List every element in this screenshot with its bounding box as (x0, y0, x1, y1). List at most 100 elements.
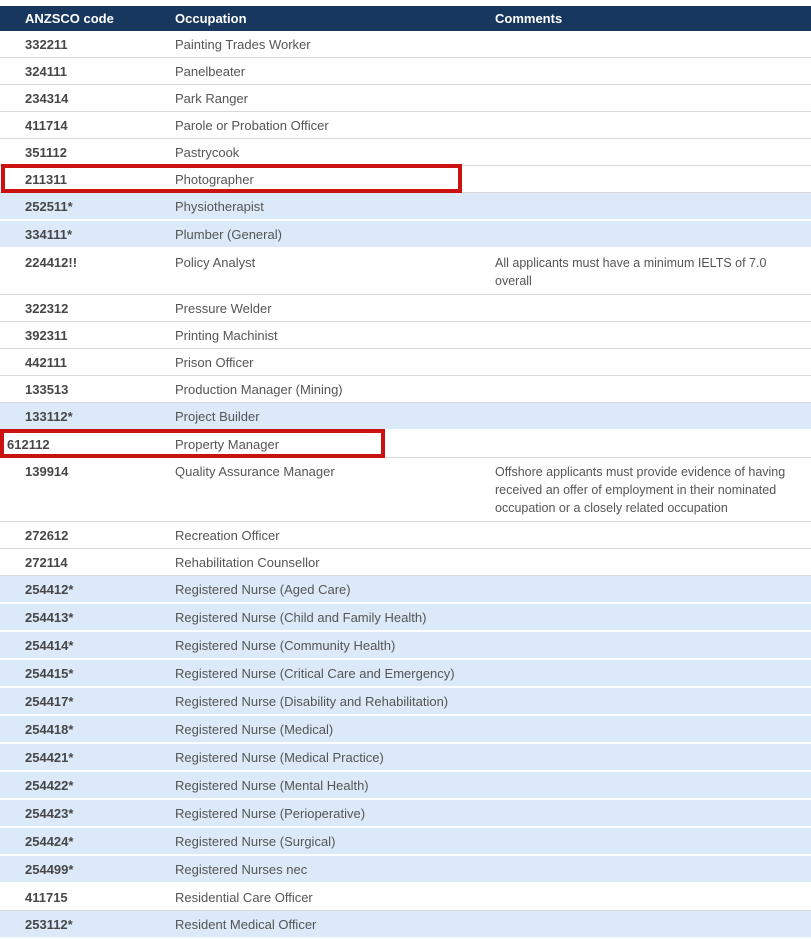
column-header-comments: Comments (495, 11, 563, 26)
comments-cell (495, 31, 811, 57)
table-row: 351112 Pastrycook (0, 139, 811, 166)
table-body: 332211 Painting Trades Worker 324111 Pan… (0, 31, 811, 939)
comments-cell (495, 856, 811, 882)
occupation-cell: Policy Analyst (175, 255, 256, 270)
anzsco-code-cell: 139914 (25, 464, 69, 479)
comments-cell (495, 349, 811, 375)
comments-cell (495, 322, 811, 348)
anzsco-code-cell: 272114 (25, 555, 68, 570)
anzsco-code-cell: 272612 (25, 528, 69, 543)
occupation-cell: Registered Nurse (Disability and Rehabil… (175, 694, 449, 709)
anzsco-code-cell: 234314 (25, 91, 69, 106)
occupation-cell: Registered Nurse (Aged Care) (175, 582, 351, 597)
occupation-cell: Registered Nurse (Perioperative) (175, 806, 366, 821)
anzsco-code-cell: 411715 (25, 890, 68, 905)
table-row: 254424* Registered Nurse (Surgical) (0, 828, 811, 856)
anzsco-code-cell: 254424* (25, 834, 74, 849)
occupation-cell: Parole or Probation Officer (175, 118, 329, 133)
table-row: 411714 Parole or Probation Officer (0, 112, 811, 139)
occupation-list-table: ANZSCO code Occupation Comments 332211 P… (0, 6, 811, 939)
table-row: 254421* Registered Nurse (Medical Practi… (0, 744, 811, 772)
comments-cell: Offshore applicants must provide evidenc… (495, 465, 786, 515)
table-row: 254415* Registered Nurse (Critical Care … (0, 660, 811, 688)
anzsco-code-cell: 254418* (25, 722, 74, 737)
anzsco-code-cell: 334111* (25, 227, 73, 242)
occupation-cell: Quality Assurance Manager (175, 464, 335, 479)
comments-cell (495, 800, 811, 826)
comments-cell (495, 522, 811, 548)
occupation-cell: Registered Nurse (Medical) (175, 722, 334, 737)
occupation-cell: Prison Officer (175, 355, 254, 370)
comments-cell (495, 549, 811, 575)
occupation-cell: Registered Nurse (Child and Family Healt… (175, 610, 427, 625)
anzsco-code-cell: 254413* (25, 610, 74, 625)
table-row: 334111* Plumber (General) (0, 221, 811, 249)
table-row: 211311 Photographer (0, 164, 811, 193)
table-row: 272114 Rehabilitation Counsellor (0, 549, 811, 576)
table-row: 442111 Prison Officer (0, 349, 811, 376)
anzsco-code-cell: 254417* (25, 694, 74, 709)
table-row: 252511* Physiotherapist (0, 193, 811, 221)
table-row: 272612 Recreation Officer (0, 522, 811, 549)
anzsco-code-cell: 442111 (25, 355, 67, 370)
table-row: 254499* Registered Nurses nec (0, 856, 811, 884)
table-row: 254412* Registered Nurse (Aged Care) (0, 576, 811, 604)
anzsco-code-cell: 332211 (25, 37, 68, 52)
comments-cell (495, 660, 811, 686)
comments-cell (495, 911, 811, 937)
occupation-cell: Resident Medical Officer (175, 917, 317, 932)
occupation-cell: Pressure Welder (175, 301, 272, 316)
occupation-cell: Park Ranger (175, 91, 248, 106)
comments-cell (495, 884, 811, 910)
anzsco-code-cell: 612112 (7, 437, 50, 452)
anzsco-code-cell: 254421* (25, 750, 74, 765)
table-row: 234314 Park Ranger (0, 85, 811, 112)
column-header-anzsco-code: ANZSCO code (25, 11, 114, 26)
table-row: 254413* Registered Nurse (Child and Fami… (0, 604, 811, 632)
comments-cell (495, 58, 811, 84)
occupation-cell: Registered Nurse (Medical Practice) (175, 750, 384, 765)
occupation-cell: Painting Trades Worker (175, 37, 311, 52)
comments-cell (495, 112, 811, 138)
comments-cell (495, 376, 811, 402)
anzsco-code-cell: 324111 (25, 64, 67, 79)
table-row: 224412!! Policy Analyst All applicants m… (0, 249, 811, 295)
table-row: 254417* Registered Nurse (Disability and… (0, 688, 811, 716)
comments-cell: All applicants must have a minimum IELTS… (495, 256, 767, 288)
table-header-row: ANZSCO code Occupation Comments (0, 6, 811, 31)
anzsco-code-cell: 224412!! (25, 255, 78, 270)
occupation-cell: Registered Nurse (Community Health) (175, 638, 396, 653)
comments-cell (495, 632, 811, 658)
comments-cell (495, 772, 811, 798)
occupation-cell: Registered Nurse (Mental Health) (175, 778, 369, 793)
comments-cell (495, 166, 811, 192)
comments-cell (495, 716, 811, 742)
occupation-cell: Rehabilitation Counsellor (175, 555, 320, 570)
anzsco-code-cell: 254422* (25, 778, 74, 793)
comments-cell (495, 193, 811, 219)
occupation-cell: Printing Machinist (175, 328, 278, 343)
anzsco-code-cell: 254499* (25, 862, 74, 877)
occupation-cell: Production Manager (Mining) (175, 382, 343, 397)
table-row: 133513 Production Manager (Mining) (0, 376, 811, 403)
table-row: 411715 Residential Care Officer (0, 884, 811, 911)
anzsco-code-cell: 254414* (25, 638, 74, 653)
comments-cell (495, 604, 811, 630)
table-row: 254423* Registered Nurse (Perioperative) (0, 800, 811, 828)
occupation-cell: Panelbeater (175, 64, 246, 79)
table-row: 133112* Project Builder (0, 403, 811, 431)
anzsco-code-cell: 254423* (25, 806, 74, 821)
anzsco-code-cell: 411714 (25, 118, 68, 133)
table-row: 322312 Pressure Welder (0, 295, 811, 322)
occupation-cell: Registered Nurse (Critical Care and Emer… (175, 666, 455, 681)
occupation-cell: Photographer (175, 172, 254, 187)
anzsco-code-cell: 392311 (25, 328, 68, 343)
occupation-cell: Registered Nurse (Surgical) (175, 834, 336, 849)
comments-cell (495, 744, 811, 770)
table-row: 612112 Property Manager (0, 429, 811, 458)
comments-cell (495, 576, 811, 602)
table-row: 254422* Registered Nurse (Mental Health) (0, 772, 811, 800)
comments-cell (495, 688, 811, 714)
comments-cell (495, 295, 811, 321)
anzsco-code-cell: 254412* (25, 582, 74, 597)
